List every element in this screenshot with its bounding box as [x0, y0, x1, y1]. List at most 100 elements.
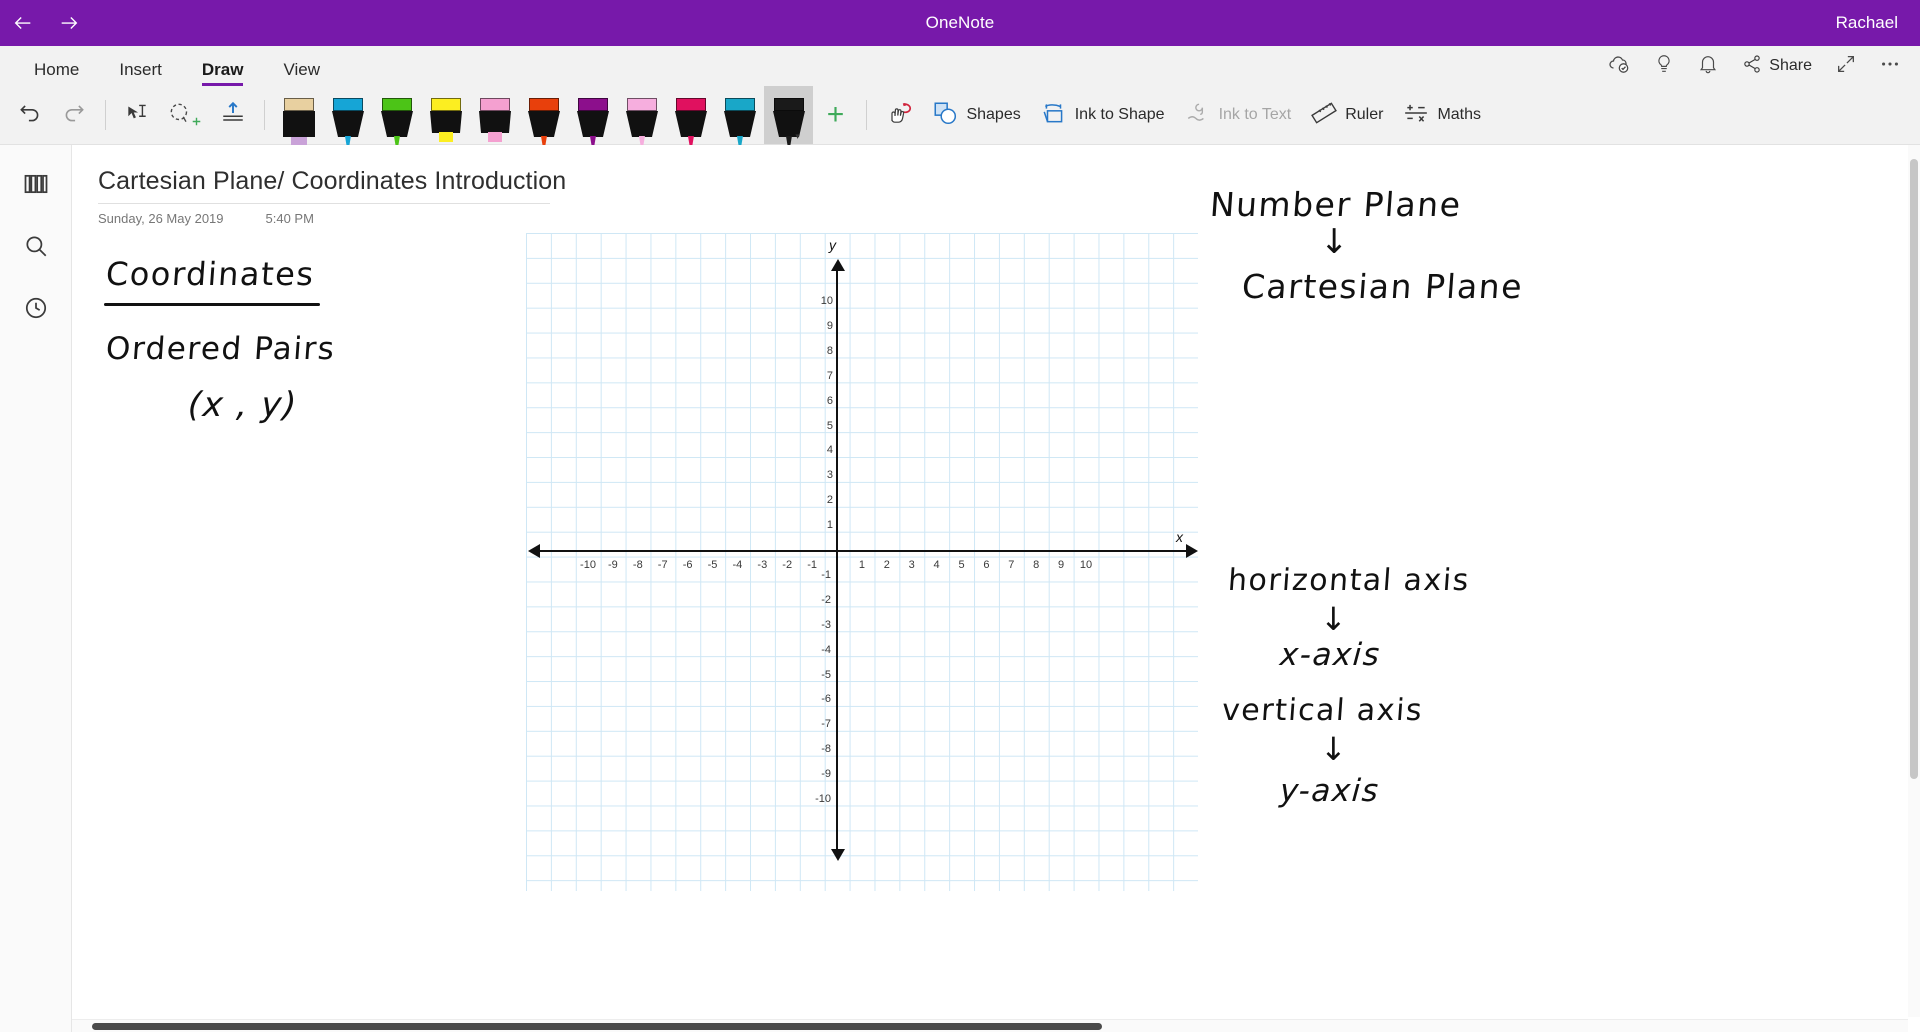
horizontal-scrollbar[interactable] [72, 1019, 1908, 1032]
bell-icon [1697, 53, 1719, 80]
pen-purple[interactable] [568, 86, 617, 146]
lightbulb-icon [1653, 53, 1675, 80]
pen-palette: ▾ [274, 86, 814, 146]
y-tick--4: -4 [821, 643, 831, 656]
ink-to-text-icon [1185, 100, 1211, 131]
ink-note-xy-pair: (x , y) [186, 385, 300, 425]
pen-cyan[interactable] [323, 86, 372, 146]
redo-button[interactable] [52, 92, 96, 138]
x-tick--10: -10 [580, 559, 596, 571]
tab-home[interactable]: Home [14, 61, 99, 86]
y-tick-1: 1 [826, 519, 833, 532]
y-tick--2: -2 [821, 593, 831, 606]
share-icon [1742, 54, 1762, 79]
left-rail [0, 145, 72, 1032]
page-metadata: Sunday, 26 May 2019 5:40 PM [98, 211, 314, 226]
share-button[interactable]: Share [1732, 48, 1822, 84]
chevron-down-icon[interactable]: ▾ [795, 131, 800, 142]
back-button[interactable] [0, 0, 46, 46]
shapes-button[interactable]: Shapes [922, 92, 1030, 138]
app-body: Cartesian Plane/ Coordinates Introductio… [0, 145, 1920, 1032]
x-tick--6: -6 [682, 559, 693, 571]
maths-label: Maths [1437, 106, 1482, 123]
y-tick--6: -6 [821, 693, 831, 706]
maths-button[interactable]: Maths [1393, 92, 1491, 138]
y-tick-10: 10 [820, 295, 833, 307]
sync-status-button[interactable] [1600, 48, 1640, 84]
ruler-icon [1311, 100, 1338, 131]
sidebar-item-search[interactable] [13, 225, 59, 271]
tab-insert[interactable]: Insert [99, 61, 182, 86]
x-tick-2: 2 [883, 559, 890, 571]
pen-yellow-highlighter[interactable] [421, 86, 470, 144]
recent-notes-icon [23, 295, 49, 326]
pen-teal[interactable] [715, 86, 764, 146]
pen-pink-highlighter[interactable] [470, 86, 519, 144]
pen-black-selected[interactable]: ▾ [764, 86, 814, 146]
title-divider [98, 203, 550, 204]
y-tick-6: 6 [826, 394, 833, 407]
full-page-view-button[interactable] [1826, 48, 1866, 84]
insert-space-button[interactable] [211, 92, 255, 138]
vertical-scrollbar-thumb[interactable] [1910, 159, 1918, 779]
pen-light-pink[interactable] [617, 86, 666, 146]
sidebar-item-notebooks[interactable] [13, 163, 59, 209]
ink-note-ordered-pairs: Ordered Pairs [104, 331, 337, 367]
x-axis [536, 550, 1188, 552]
pen-green[interactable] [372, 86, 421, 146]
x-tick--3: -3 [757, 559, 768, 571]
note-canvas[interactable]: Cartesian Plane/ Coordinates Introductio… [72, 145, 1920, 1032]
forward-button[interactable] [46, 0, 92, 46]
account-name[interactable]: Rachael [1836, 13, 1898, 33]
ruler-button[interactable]: Ruler [1301, 92, 1393, 138]
ink-note-coordinates: Coordinates [104, 255, 316, 293]
y-tick-7: 7 [826, 369, 833, 382]
notifications-button[interactable] [1688, 48, 1728, 84]
ribbon: Home Insert Draw View Share ▾ + Shapes I… [0, 46, 1920, 146]
add-pen-button[interactable]: + [813, 92, 857, 138]
notebooks-icon [22, 170, 50, 203]
app-title: OneNote [925, 13, 995, 32]
plus-icon: + [826, 98, 845, 131]
title-bar: OneNote Rachael [0, 0, 1920, 46]
redo-icon [61, 100, 87, 131]
y-tick-5: 5 [826, 419, 833, 432]
ink-note-horizontal-axis: horizontal axis [1226, 563, 1472, 598]
x-tick--2: -2 [782, 559, 793, 571]
ink-to-text-button[interactable]: Ink to Text [1175, 92, 1302, 138]
tab-view[interactable]: View [263, 61, 340, 86]
y-tick--3: -3 [821, 618, 831, 631]
lasso-select-button[interactable] [159, 92, 211, 138]
draw-toolbar: ▾ + Shapes Ink to Shape Ink to Text Rule… [0, 86, 1920, 146]
undo-button[interactable] [8, 92, 52, 138]
x-axis-arrow-right [1186, 544, 1198, 558]
pen-crimson[interactable] [666, 86, 715, 146]
tell-me-button[interactable] [1644, 48, 1684, 84]
page-date: Sunday, 26 May 2019 [98, 211, 224, 226]
select-text-button[interactable] [115, 92, 159, 138]
pen-orange[interactable] [519, 86, 568, 146]
tab-draw[interactable]: Draw [182, 61, 264, 86]
y-axis-arrow-down [831, 849, 845, 861]
sidebar-item-recent-notes[interactable] [13, 287, 59, 333]
ink-to-shape-button[interactable]: Ink to Shape [1031, 92, 1175, 138]
ruler-label: Ruler [1345, 106, 1384, 123]
eraser-icon [884, 100, 914, 131]
ink-arrow-1: ↓ [1320, 222, 1349, 262]
x-tick-10: 10 [1079, 559, 1093, 571]
page-title[interactable]: Cartesian Plane/ Coordinates Introductio… [98, 167, 566, 196]
cartesian-plane-graph[interactable]: y x -10 -9 -8 -7 -6 -5 -4 -3 -2 -1 1 2 3 4 5 6 7 8 9 10 10 9… [526, 233, 1198, 891]
share-label: Share [1769, 57, 1812, 74]
ink-to-text-label: Ink to Text [1218, 106, 1292, 123]
eraser-button[interactable] [876, 92, 922, 138]
x-tick-1: 1 [858, 559, 865, 571]
more-options-button[interactable] [1870, 48, 1910, 84]
vertical-scrollbar[interactable] [1908, 145, 1920, 1017]
toolbar-divider-3 [866, 100, 868, 130]
x-tick--7: -7 [657, 559, 668, 571]
arrow-left-icon [12, 12, 34, 34]
pen-cream-highlighter[interactable] [274, 86, 323, 145]
x-tick--8: -8 [632, 559, 643, 571]
x-tick--9: -9 [608, 559, 618, 571]
horizontal-scrollbar-thumb[interactable] [92, 1023, 1102, 1030]
